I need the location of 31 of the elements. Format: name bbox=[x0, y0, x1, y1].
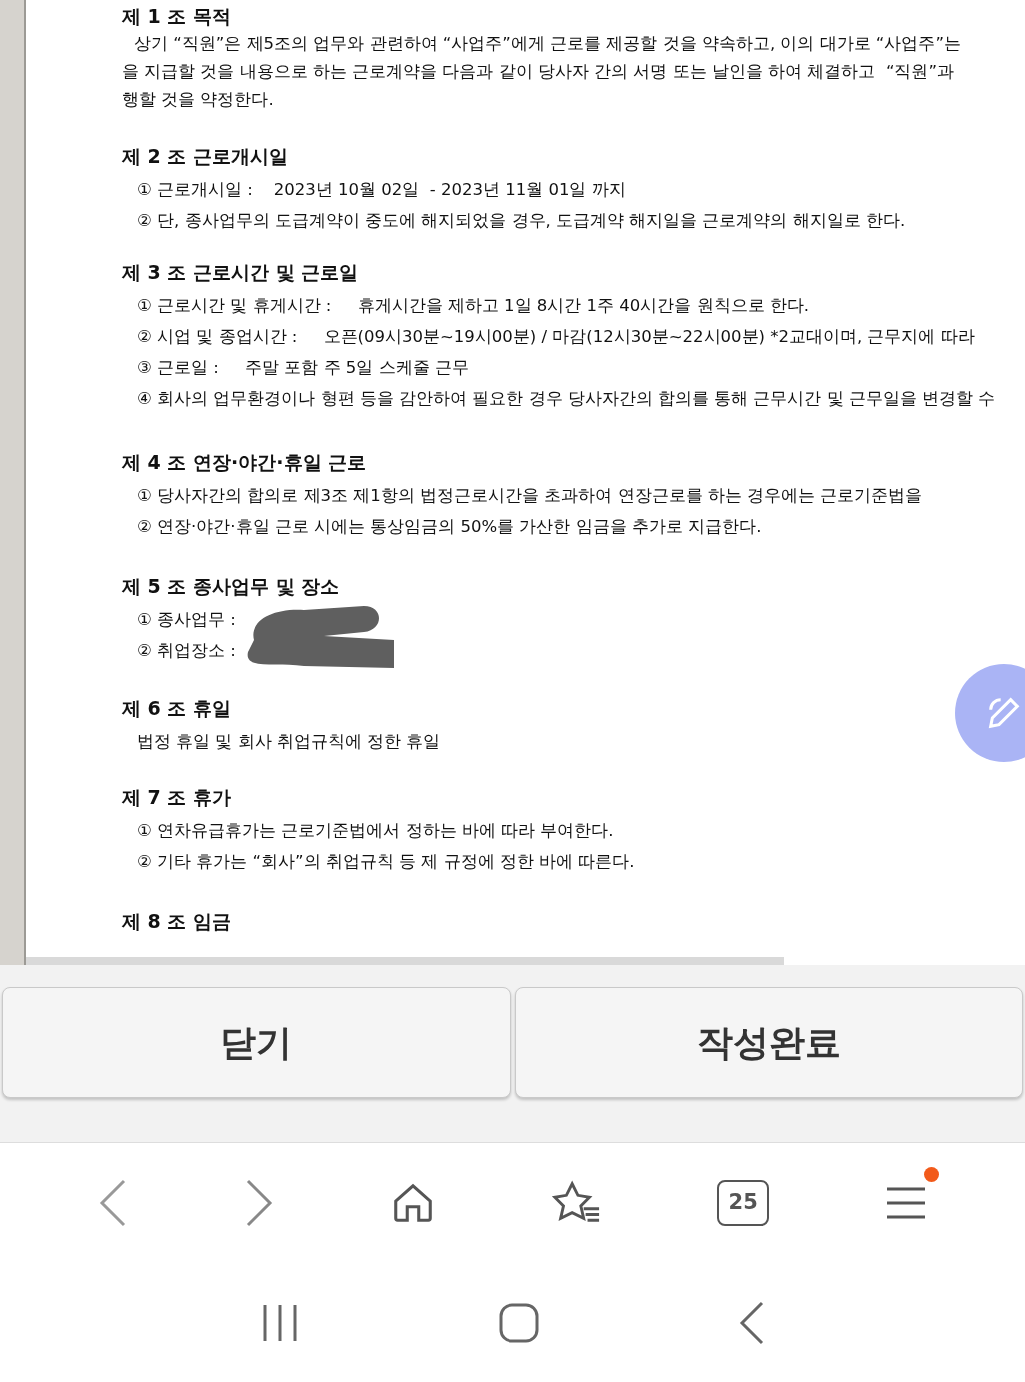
clause-item: ② 취업장소 : bbox=[137, 640, 236, 662]
back-icon[interactable] bbox=[739, 1300, 766, 1345]
clause-item: ① 연차유급휴가는 근로기준법에서 정하는 바에 따라 부여한다. bbox=[137, 820, 614, 842]
clause-item: ② 기타 휴가는 “회사”의 취업규칙 등 제 규정에 정한 바에 따른다. bbox=[137, 851, 635, 873]
article-heading: 제 1 조 목적 bbox=[122, 4, 232, 29]
clause-item: ② 연장·야간·휴일 근로 시에는 통상임금의 50%를 가산한 임금을 추가로 지급한다. bbox=[137, 516, 762, 538]
tab-count-button[interactable]: 25 bbox=[717, 1180, 770, 1226]
clause-item: ③ 근로일 : 주말 포함 주 5일 스케줄 근무 bbox=[137, 357, 469, 379]
article-heading: 제 5 조 종사업무 및 장소 bbox=[122, 574, 340, 599]
horizontal-scrollbar[interactable] bbox=[26, 957, 784, 965]
action-button[interactable]: 닫기 bbox=[2, 987, 511, 1098]
article-heading: 제 4 조 연장·야간·휴일 근로 bbox=[122, 450, 367, 475]
back-icon[interactable] bbox=[97, 1178, 128, 1228]
article-heading: 제 3 조 근로시간 및 근로일 bbox=[122, 260, 359, 285]
home-button-icon[interactable] bbox=[499, 1302, 540, 1343]
article-heading: 제 2 조 근로개시일 bbox=[122, 144, 289, 169]
clause-item: 법정 휴일 및 회사 취업규칙에 정한 휴일 bbox=[137, 731, 441, 753]
clause-item: ④ 회사의 업무환경이나 형편 등을 감안하여 필요한 경우 당사자간의 합의를 통해 근무시간 및 근무일을 변경할 수 bbox=[137, 388, 996, 410]
paragraph-line: 을 지급할 것을 내용으로 하는 근로계약을 다음과 같이 당사자 간의 서명 또는 날인을 하여 체결하고 “직원”과 bbox=[122, 61, 954, 83]
paragraph-line: 행할 것을 약정한다. bbox=[122, 89, 274, 111]
action-button[interactable]: 작성완료 bbox=[514, 987, 1023, 1098]
clause-item: ① 당사자간의 합의로 제3조 제1항의 법정근로시간을 초과하여 연장근로를 하는 경우에는 근로기준법을 bbox=[137, 485, 923, 507]
clause-item: ② 시업 및 종업시간 : 오픈(09시30분~19시00분) / 마감(12시30분~22시00분) *2교대이며, 근무지에 따라 bbox=[137, 326, 975, 348]
article-heading: 제 7 조 휴가 bbox=[122, 785, 232, 810]
clause-item: ① 근로시간 및 휴게시간 : 휴게시간을 제하고 1일 8시간 1주 40시간을 원칙으로 한다. bbox=[137, 295, 809, 317]
paragraph-line: 상기 “직원”은 제5조의 업무와 관련하여 “사업주”에게 근로를 제공할 것을 약속하고, 이의 대가로 “사업주”는 bbox=[133, 33, 961, 55]
article-heading: 제 6 조 휴일 bbox=[122, 696, 232, 721]
clause-item: ① 근로개시일 : 2023년 10월 02일 - 2023년 11월 01일 까지 bbox=[137, 179, 626, 201]
clause-item: ① 종사업무 : bbox=[137, 609, 236, 631]
article-heading: 제 8 조 임금 bbox=[122, 909, 232, 934]
clause-item: ② 단, 종사업무의 도급계약이 중도에 해지되었을 경우, 도급계약 해지일을 근로계약의 해지일로 한다. bbox=[137, 210, 906, 232]
